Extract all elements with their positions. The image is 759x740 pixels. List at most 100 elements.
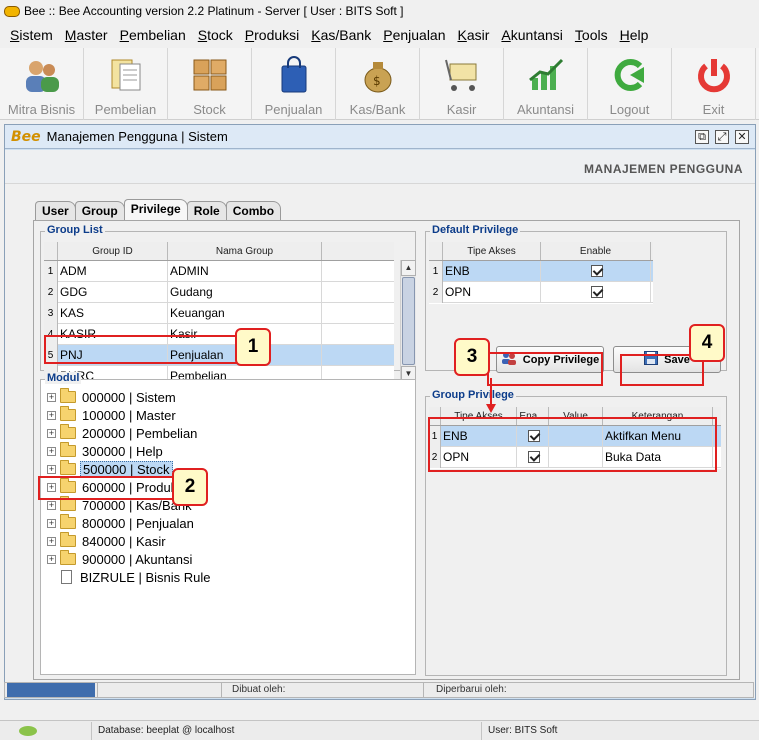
tree-node[interactable]: +000000 | Sistem [47,388,213,406]
callout-2: 2 [172,468,208,506]
tab-privilege[interactable]: Privilege [123,199,188,221]
expand-icon[interactable]: + [47,392,56,402]
row-number: 2 [429,281,443,303]
table-row[interactable]: 1 ENB [429,260,653,282]
toolbar-stock-button[interactable]: Stock [168,48,252,120]
table-row[interactable]: 3 KAS Keuangan [44,302,394,324]
menu-pembelian[interactable]: Pembelian [114,27,192,43]
tab-combo[interactable]: Combo [225,201,282,221]
col-group-id[interactable]: Group ID [58,242,168,260]
user-management-window: Bee Manajemen Pengguna | Sistem ⧉ ⤢ ✕ MA… [4,124,756,700]
document-icon [61,570,72,584]
tab-group[interactable]: Group [74,201,125,221]
toolbar-logout-button[interactable]: Logout [588,48,672,120]
svg-text:$: $ [373,74,381,88]
expand-icon[interactable]: + [47,518,56,528]
callout-1: 1 [235,328,271,366]
bee-app-icon [2,5,20,17]
status-bee-icon [0,721,92,740]
menu-help[interactable]: Help [614,27,655,43]
page-title: MANAJEMEN PENGGUNA [583,162,743,176]
highlight-modul-node [38,476,174,500]
chart-icon [524,54,568,96]
toolbar-mitra-bisnis-button[interactable]: Mitra Bisnis [0,48,84,120]
tree-node[interactable]: +100000 | Master [47,406,213,424]
menu-accelerator: P [119,27,129,43]
menu-label-rest: istem [19,27,53,43]
expand-icon[interactable]: + [47,446,56,456]
menu-penjualan[interactable]: Penjualan [377,27,451,43]
row-number: 2 [44,281,58,303]
toolbar-akuntansi-button[interactable]: Akuntansi [504,48,588,120]
menu-kas-bank[interactable]: Kas/Bank [305,27,377,43]
toolbar-penjualan-button[interactable]: Penjualan [252,48,336,120]
menu-master[interactable]: Master [59,27,114,43]
tipe-akses-cell: ENB [443,260,541,282]
menu-accelerator: K [457,27,467,43]
default-privilege-title: Default Privilege [430,224,521,236]
expand-icon[interactable]: + [47,536,56,546]
expand-icon[interactable]: + [47,500,56,510]
folder-icon [60,388,76,403]
menu-accelerator: P [383,27,393,43]
menu-produksi[interactable]: Produksi [239,27,305,43]
folder-icon [60,550,76,565]
expand-icon[interactable]: + [47,464,56,474]
table-row[interactable]: 2 OPN [429,281,653,303]
tree-node-leaf[interactable]: BIZRULE | Bisnis Rule [47,568,213,586]
tab-user[interactable]: User [35,201,76,221]
menu-stock[interactable]: Stock [192,27,239,43]
title-bar: Bee :: Bee Accounting version 2.2 Platin… [0,0,759,22]
toolbar-kasir-button[interactable]: Kasir [420,48,504,120]
table-row[interactable]: 1 ADM ADMIN [44,260,394,282]
tree-node[interactable]: +200000 | Pembelian [47,424,213,442]
menu-label-rest: enjualan [392,27,446,43]
toolbar-pembelian-button[interactable]: Pembelian [84,48,168,120]
scroll-thumb[interactable] [402,277,415,365]
menu-tools[interactable]: Tools [569,27,614,43]
maximize-icon[interactable]: ⤢ [715,129,729,144]
enable-cell [541,260,651,282]
tab-strip: User Group Privilege Role Combo [35,199,282,221]
power-icon [692,54,736,96]
group-list-scrollbar[interactable]: ▲ ▼ [400,260,416,382]
restore-icon[interactable]: ⧉ [695,129,709,144]
logout-icon [608,54,652,96]
child-window-title: Manajemen Pengguna | Sistem [46,129,228,144]
scroll-up-icon[interactable]: ▲ [401,260,416,276]
expand-icon[interactable]: + [47,554,56,564]
boxes-icon [188,54,232,96]
expand-icon[interactable]: + [47,410,56,420]
toolbar-label: Mitra Bisnis [7,102,76,117]
tree-node-label: 800000 | Penjualan [82,515,194,531]
toolbar-exit-button[interactable]: Exit [672,48,756,120]
updated-by-label: Diperbarui oleh: [423,683,753,697]
tree-node[interactable]: +840000 | Kasir [47,532,213,550]
checkbox-checked[interactable] [590,286,603,299]
tree-node[interactable]: +900000 | Akuntansi [47,550,213,568]
close-icon[interactable]: ✕ [735,129,749,144]
expand-icon[interactable]: + [47,428,56,438]
purchase-icon [104,54,148,96]
toolbar-label: Stock [193,102,226,117]
col-enable[interactable]: Enable [541,242,651,260]
user-label: User: BITS Soft [488,724,558,736]
checkbox-checked[interactable] [590,265,603,278]
menu-kasir[interactable]: Kasir [452,27,496,43]
col-tipe-akses[interactable]: Tipe Akses [443,242,541,260]
menu-sistem[interactable]: Sistem [4,27,59,43]
table-row[interactable]: 2 GDG Gudang [44,281,394,303]
highlight-group-row [44,335,238,364]
tree-node[interactable]: +300000 | Help [47,442,213,460]
menu-label-rest: embelian [128,27,186,43]
col-nama-group[interactable]: Nama Group [168,242,322,260]
menu-accelerator: M [64,27,77,43]
default-privilege-grid[interactable]: Tipe Akses Enable 1 ENB 2 OPN [429,242,653,304]
tree-node-label: 840000 | Kasir [82,533,166,549]
tree-node[interactable]: +800000 | Penjualan [47,514,213,532]
record-info-bar: Dibuat oleh: Diperbarui oleh: [4,682,754,698]
toolbar-kas-bank-button[interactable]: $ Kas/Bank [336,48,420,120]
menu-akuntansi[interactable]: Akuntansi [495,27,569,43]
bee-logo: Bee [11,128,41,145]
tab-role[interactable]: Role [186,201,227,221]
